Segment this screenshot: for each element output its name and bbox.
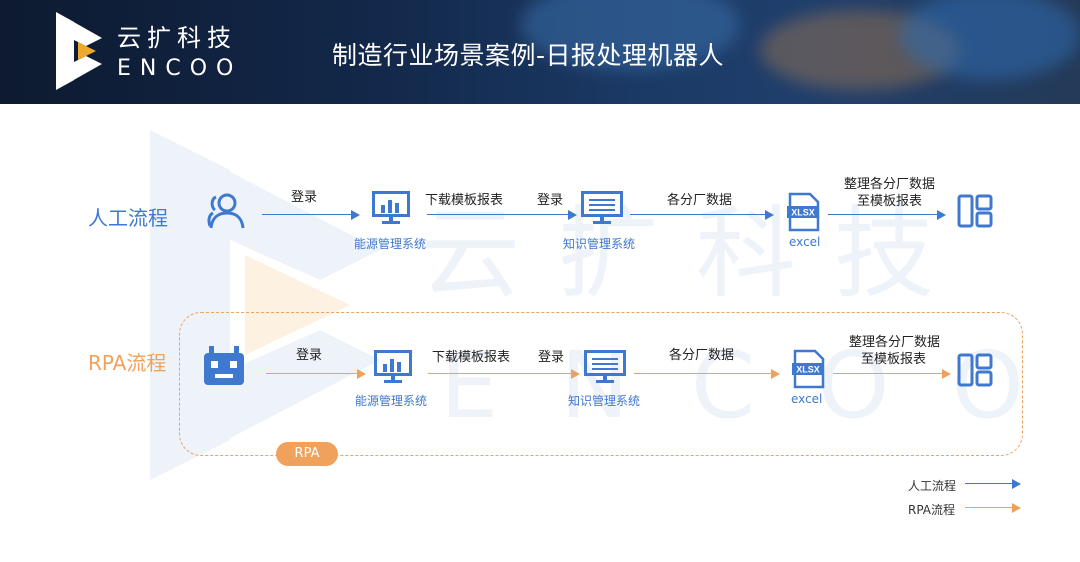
manual-step3-caption: 知识管理系统 — [563, 237, 636, 251]
rpa-step2-label: 下载模板报表 — [432, 350, 511, 365]
manual-arrow-2 — [427, 210, 577, 220]
rpa-file-badge: XLSX — [796, 365, 820, 375]
rpa-arrow-2 — [428, 369, 580, 379]
legend-rpa-label: RPA流程 — [908, 503, 956, 517]
rpa-step3-label: 登录 — [538, 350, 565, 365]
monitor-chart-icon — [372, 191, 410, 224]
brand-name-cn: 云扩科技 — [117, 24, 237, 52]
rpa-step1-label: 登录 — [296, 348, 323, 363]
manual-file-badge: XLSX — [791, 208, 815, 218]
manual-step1-label: 登录 — [291, 190, 318, 205]
monitor-doc-icon — [581, 191, 623, 224]
manual-step4-caption: excel — [789, 235, 821, 249]
rpa-badge: RPA — [276, 442, 338, 466]
manual-arrow-1 — [262, 210, 360, 220]
encoo-logo-icon — [56, 12, 102, 90]
legend-manual-label: 人工流程 — [908, 479, 957, 493]
rpa-step4-caption: excel — [791, 392, 823, 406]
brand-name-en: ENCOO — [117, 56, 243, 81]
manual-flow-label: 人工流程 — [88, 206, 168, 230]
xlsx-file-icon: XLSX — [787, 192, 820, 232]
manual-arrow-3 — [630, 210, 774, 220]
manual-step3-label: 登录 — [537, 193, 564, 208]
xlsx-file-icon: XLSX — [792, 349, 825, 389]
manual-step2-caption: 能源管理系统 — [354, 237, 427, 251]
rpa-arrow-4 — [833, 369, 951, 379]
manual-step5-label-line2: 至模板报表 — [857, 194, 923, 209]
page-title: 制造行业场景案例-日报处理机器人 — [332, 41, 725, 70]
robot-icon — [204, 346, 244, 385]
rpa-step2-caption: 能源管理系统 — [355, 394, 428, 408]
monitor-doc-icon — [584, 350, 626, 383]
legend-manual-arrow — [965, 479, 1021, 489]
report-layout-icon — [957, 194, 993, 228]
rpa-arrow-1 — [266, 369, 366, 379]
legend-rpa-arrow — [965, 503, 1021, 513]
user-icon — [207, 193, 245, 229]
manual-step4-label: 各分厂数据 — [667, 193, 733, 208]
rpa-flow-label: RPA流程 — [88, 351, 167, 375]
rpa-step5-label-line2: 至模板报表 — [861, 352, 927, 367]
manual-arrow-4 — [828, 210, 946, 220]
header-banner: 云扩科技 ENCOO 制造行业场景案例-日报处理机器人 — [0, 0, 1080, 104]
monitor-chart-icon — [374, 350, 412, 383]
report-layout-icon — [957, 353, 993, 387]
manual-step2-label: 下载模板报表 — [425, 193, 504, 208]
rpa-step4-label: 各分厂数据 — [669, 348, 735, 363]
rpa-arrow-3 — [634, 369, 780, 379]
rpa-step3-caption: 知识管理系统 — [568, 394, 641, 408]
